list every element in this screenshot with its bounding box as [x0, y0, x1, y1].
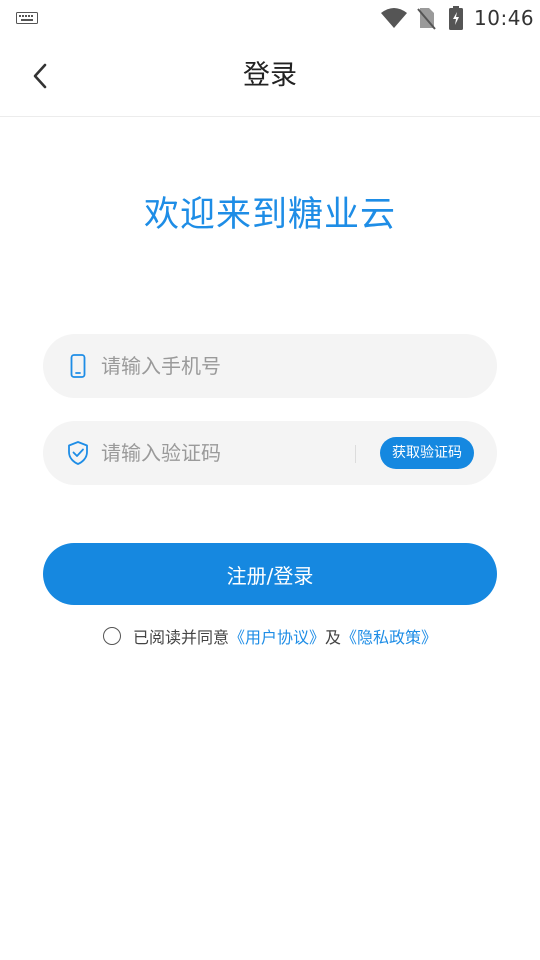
field-divider	[355, 445, 356, 463]
code-field[interactable]: 获取验证码	[43, 421, 497, 485]
user-agreement-link[interactable]: 《用户协议》	[229, 624, 325, 648]
keyboard-icon	[16, 12, 38, 24]
agree-checkbox[interactable]	[102, 627, 121, 645]
register-login-button[interactable]: 注册/登录	[43, 543, 497, 605]
status-time: 10:46	[474, 6, 535, 30]
get-code-button[interactable]: 获取验证码	[380, 437, 474, 469]
welcome-heading: 欢迎来到糖业云	[143, 195, 396, 235]
battery-charging-icon	[449, 6, 463, 30]
no-sim-icon	[417, 8, 436, 30]
agreement-conjunction: 及	[325, 628, 342, 647]
agreement-prefix: 已阅读并同意	[132, 628, 229, 647]
phone-icon	[70, 354, 86, 378]
privacy-policy-link[interactable]: 《隐私政策》	[341, 624, 437, 648]
shield-check-icon	[68, 441, 88, 465]
code-input[interactable]	[101, 433, 331, 473]
page-title: 登录	[243, 60, 297, 91]
status-bar: 10:46	[0, 0, 540, 36]
phone-field[interactable]	[43, 334, 497, 398]
header: 登录	[0, 36, 540, 117]
agreement-row: 已阅读并同意 《用户协议》 及 《隐私政策》	[0, 624, 540, 648]
phone-input[interactable]	[101, 346, 341, 386]
wifi-icon	[381, 8, 407, 28]
